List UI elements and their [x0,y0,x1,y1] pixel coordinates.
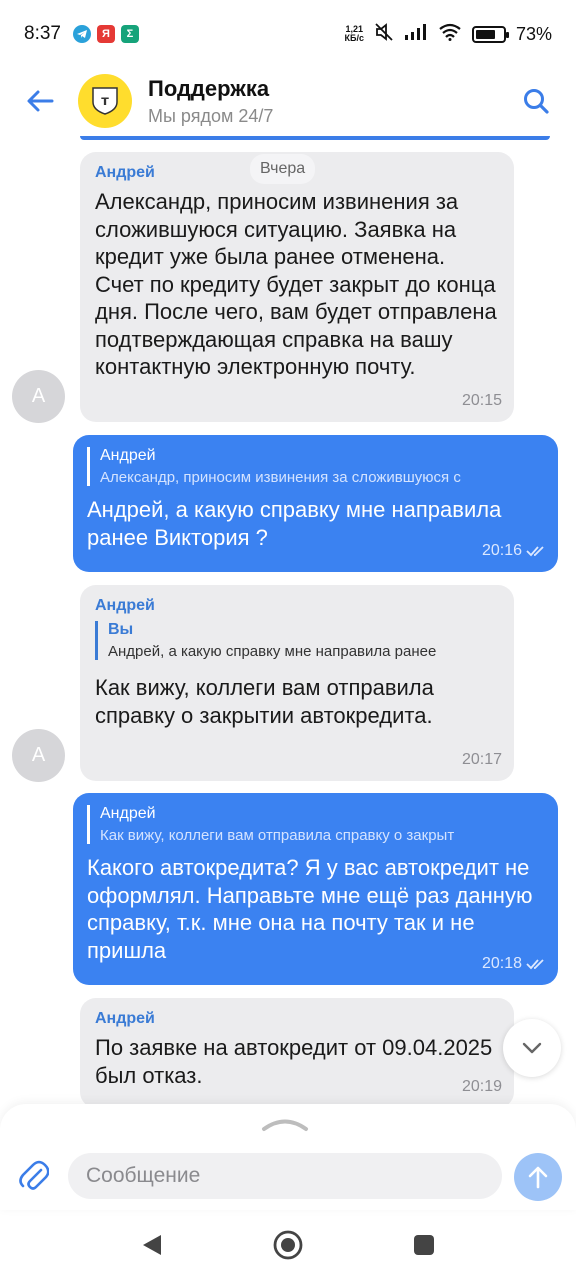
message-time: 20:15 [461,392,502,409]
quote-text: Андрей, а какую справку мне направила ра… [108,643,437,660]
header-texts[interactable]: Поддержка Мы рядом 24/7 [148,76,273,127]
quote-author: Андрей [100,805,156,822]
message-time: 20:16 [481,542,522,559]
quote-text: Александр, приносим извинения за сложивш… [100,469,461,486]
incoming-message[interactable]: Андрей Вы Андрей, а какую справку мне на… [80,585,514,781]
mute-icon [374,22,394,46]
message-text: По заявке на автокредит от 09.04.2025 бы… [95,1035,493,1088]
outgoing-message[interactable]: Андрей Александр, приносим извинения за … [73,435,558,572]
message-time: 20:19 [461,1078,502,1095]
status-app-icons: Я Σ [72,25,139,43]
message-text: Андрей, а какую справку мне направила ра… [87,497,502,550]
arrow-left-icon [27,90,54,112]
square-recents-icon [414,1235,434,1255]
message-time: 20:17 [461,751,502,768]
message-sender: Андрей [95,1010,155,1027]
support-avatar[interactable]: т [78,74,132,128]
reply-quote[interactable]: Вы Андрей, а какую справку мне направила… [95,621,498,660]
chevron-up-icon [262,1119,308,1131]
network-speed-unit: КБ/с [344,33,364,43]
system-nav-bar [0,1210,576,1280]
incoming-message[interactable]: Андрей По заявке на автокредит от 09.04.… [80,998,514,1105]
outgoing-message[interactable]: Андрей Как вижу, коллеги вам отправила с… [73,793,558,985]
nav-back-button[interactable] [132,1225,172,1265]
nav-recents-button[interactable] [404,1225,444,1265]
message-time-status: 20:16 [482,542,546,560]
battery-percent: 73% [515,23,552,44]
signal-icon [404,23,428,45]
send-button[interactable] [514,1153,562,1201]
telegram-icon [72,25,91,43]
quote-text: Как вижу, коллеги вам отправила справку … [100,827,455,844]
expand-handle[interactable] [260,1116,310,1132]
chat-messages[interactable]: Андрей Александр, приносим извинения за … [0,140,576,1105]
circle-home-icon [273,1230,303,1260]
battery-icon [471,25,509,43]
search-icon [524,89,549,114]
arrow-up-icon [528,1166,548,1189]
message-text: Какого автокредита? Я у вас автокредит н… [87,855,533,963]
agent-avatar[interactable]: А [12,370,65,423]
status-indicators: 1,21 КБ/с 73% [345,22,552,46]
message-input[interactable] [68,1153,502,1199]
battery-fill [475,29,495,39]
search-button[interactable] [518,83,554,119]
quote-author: Андрей [100,447,156,464]
message-text: Александр, приносим извинения за сложивш… [95,189,497,379]
message-time: 20:18 [481,955,522,972]
agent-avatar[interactable]: А [12,729,65,782]
paperclip-icon [19,1160,49,1190]
double-check-icon [526,546,544,557]
logo-letter: т [101,94,109,109]
message-text: Как вижу, коллеги вам отправила справку … [95,675,434,728]
chevron-down-icon [522,1042,542,1054]
status-time: 8:37 [24,23,61,44]
incoming-message[interactable]: Андрей Александр, приносим извинения за … [80,152,514,422]
composer-panel [0,1104,576,1210]
reply-quote[interactable]: Андрей Александр, приносим извинения за … [87,447,544,486]
triangle-back-icon [143,1235,161,1255]
chat-subtitle: Мы рядом 24/7 [148,105,274,126]
nav-home-button[interactable] [268,1225,308,1265]
date-chip: Вчера [250,154,316,184]
reply-quote[interactable]: Андрей Как вижу, коллеги вам отправила с… [87,805,544,844]
chat-header: т Поддержка Мы рядом 24/7 [0,68,576,134]
yandex-icon: Я [96,25,115,43]
message-time-status: 20:18 [482,955,546,973]
status-bar: 8:37 Я Σ 1,21 КБ/с 73% [0,0,576,68]
back-button[interactable] [22,83,58,119]
chat-title: Поддержка [148,75,270,101]
double-check-icon [526,959,544,970]
attach-button[interactable] [16,1156,52,1196]
message-sender: Андрей [95,597,155,614]
quote-author: Вы [108,621,134,638]
scroll-down-button[interactable] [503,1019,561,1077]
wifi-icon [438,23,462,46]
bank-shield-icon: т [92,87,118,115]
sigma-icon: Σ [120,25,139,43]
network-speed: 1,21 КБ/с [345,25,364,43]
